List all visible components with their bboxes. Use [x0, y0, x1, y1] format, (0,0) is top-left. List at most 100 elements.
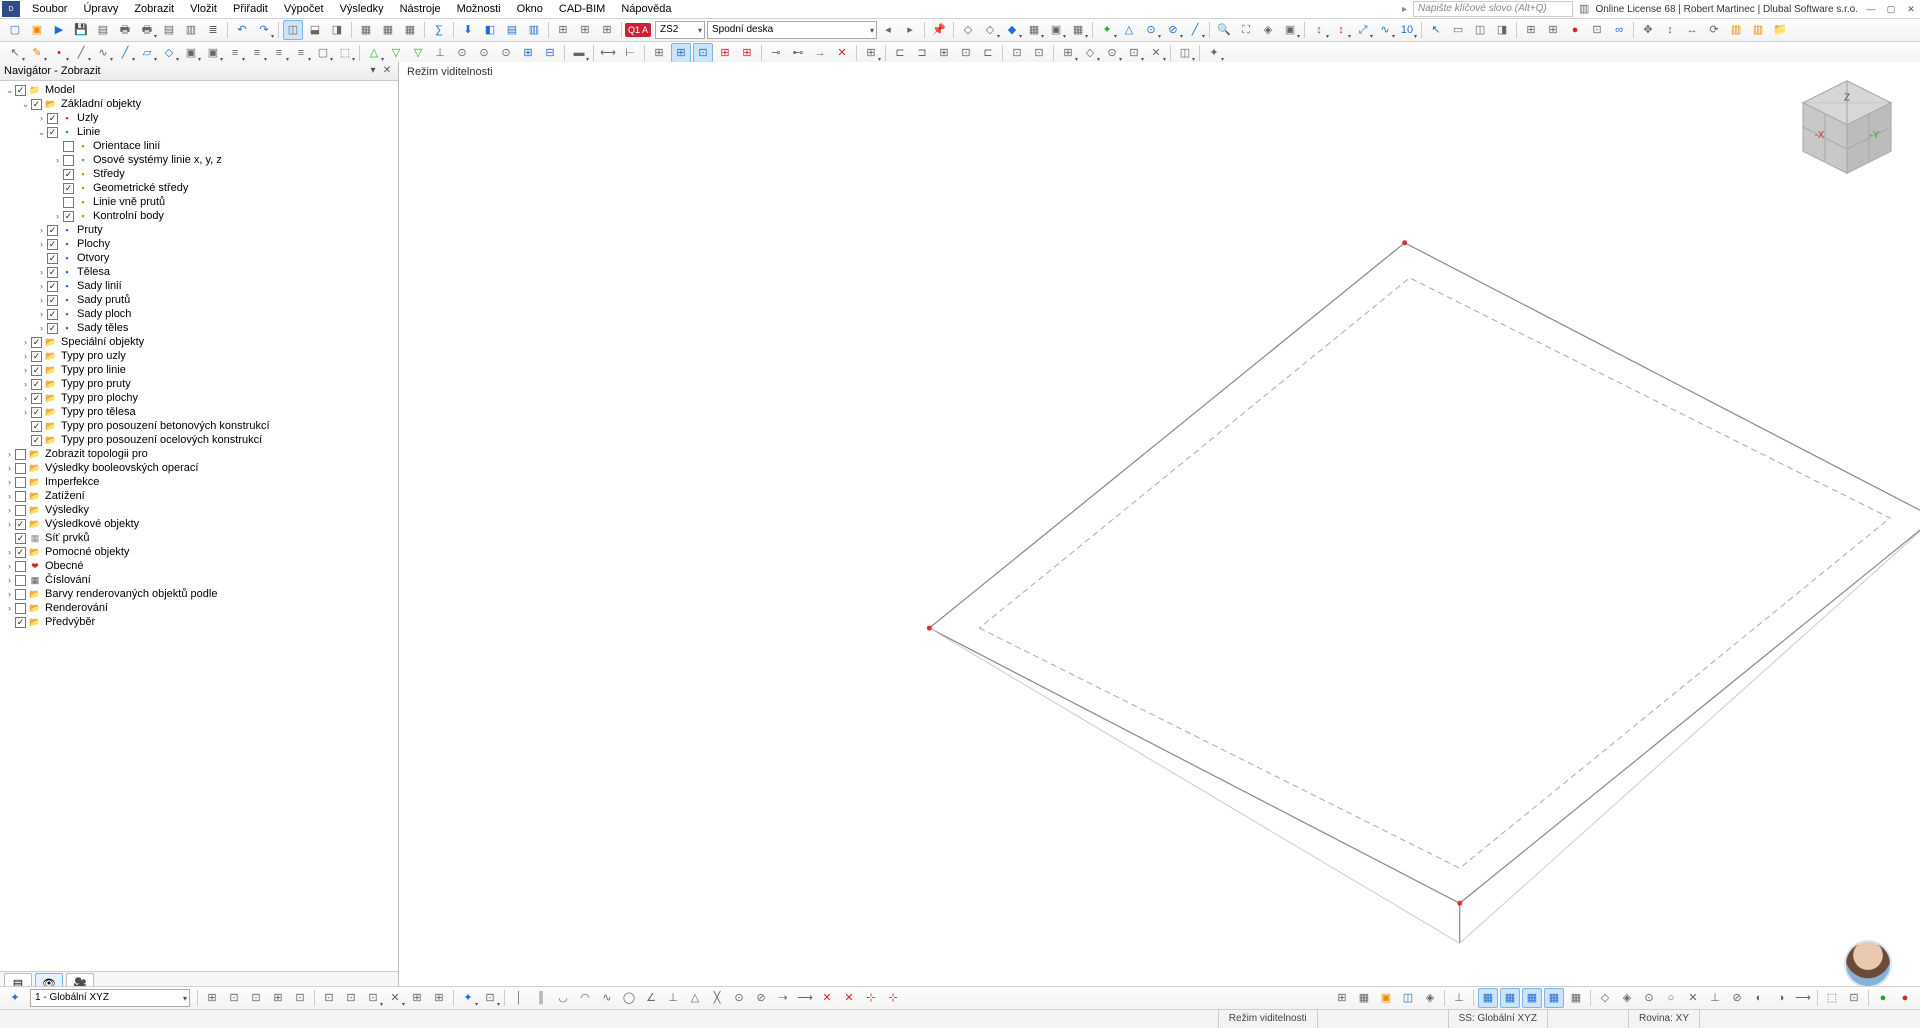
- panel-bottom-button[interactable]: ⬓: [305, 20, 325, 40]
- minimize-button[interactable]: —: [1864, 2, 1878, 16]
- set-line-button[interactable]: ≡: [225, 43, 245, 63]
- local-axes-button[interactable]: ✦: [1097, 20, 1117, 40]
- draw-tan2-button[interactable]: ⊘: [751, 988, 771, 1008]
- connect-button[interactable]: ⊸: [766, 43, 786, 63]
- tree-item[interactable]: ›📂Výsledky booleovských operací: [0, 461, 398, 475]
- save-button[interactable]: 💾: [71, 20, 91, 40]
- menu-výpočet[interactable]: Výpočet: [276, 2, 332, 16]
- move-tool-button[interactable]: ✥: [1638, 20, 1658, 40]
- tree-checkbox[interactable]: [31, 421, 42, 432]
- tree-checkbox[interactable]: [15, 547, 26, 558]
- filter-5-button[interactable]: ⊞: [407, 988, 427, 1008]
- tree-item[interactable]: ›▪Sady prutů: [0, 293, 398, 307]
- support-n-button[interactable]: △: [364, 43, 384, 63]
- expand-icon[interactable]: ›: [20, 377, 31, 391]
- input-step-button[interactable]: ⊡: [480, 988, 500, 1008]
- panel-left-button[interactable]: ◫: [283, 20, 303, 40]
- diagram-button[interactable]: ⊞: [553, 20, 573, 40]
- copy-obj-button[interactable]: ▥: [1726, 20, 1746, 40]
- extend-button[interactable]: ⊏: [978, 43, 998, 63]
- surface-button[interactable]: ▱: [137, 43, 157, 63]
- tree-item[interactable]: ›▪Uzly: [0, 111, 398, 125]
- tree-item[interactable]: ›📂Barvy renderovaných objektů podle: [0, 587, 398, 601]
- expand-icon[interactable]: ›: [20, 349, 31, 363]
- draw-near-button[interactable]: ⊹: [883, 988, 903, 1008]
- collapse-icon[interactable]: ⌄: [20, 97, 31, 111]
- expand-icon[interactable]: ›: [4, 559, 15, 573]
- dot-red-button[interactable]: ●: [1565, 20, 1585, 40]
- draw-mid-button[interactable]: ✕: [817, 988, 837, 1008]
- mesh-solid-button[interactable]: ⊞: [737, 43, 757, 63]
- open-button[interactable]: ▶: [49, 20, 69, 40]
- collapse-icon[interactable]: ⌄: [36, 125, 47, 139]
- support-l-button[interactable]: ▽: [386, 43, 406, 63]
- draw-ellipse-button[interactable]: ◯: [619, 988, 639, 1008]
- results-table-button[interactable]: ▦: [378, 20, 398, 40]
- draw-per-button[interactable]: ⊥: [663, 988, 683, 1008]
- tree-checkbox[interactable]: [31, 99, 42, 110]
- hinge-m-button[interactable]: ⊙: [474, 43, 494, 63]
- support-s-button[interactable]: ▽: [408, 43, 428, 63]
- draw-poly-button[interactable]: △: [685, 988, 705, 1008]
- style-shear-button[interactable]: ↕: [1331, 20, 1351, 40]
- new-project-button[interactable]: ▣: [27, 20, 47, 40]
- snap-member-button[interactable]: ⊡: [290, 988, 310, 1008]
- tree-item[interactable]: ›▪Plochy: [0, 237, 398, 251]
- menu-nástroje[interactable]: Nástroje: [392, 2, 449, 16]
- expand-icon[interactable]: ›: [4, 587, 15, 601]
- wp-xz-button[interactable]: ▦: [1522, 988, 1542, 1008]
- tree-checkbox[interactable]: [15, 505, 26, 516]
- tree-checkbox[interactable]: [31, 365, 42, 376]
- move-h-button[interactable]: ↔: [1682, 20, 1702, 40]
- mirror-button[interactable]: ▥: [1748, 20, 1768, 40]
- tree-checkbox[interactable]: [15, 533, 26, 544]
- draw-div-button[interactable]: ⊹: [861, 988, 881, 1008]
- tree-checkbox[interactable]: [47, 323, 58, 334]
- animate-button[interactable]: ⊞: [597, 20, 617, 40]
- opening-box-button[interactable]: ▢: [313, 43, 333, 63]
- floor-button[interactable]: ▬: [569, 43, 589, 63]
- tool-a-button[interactable]: ◧: [480, 20, 500, 40]
- tree-item[interactable]: 📂Typy pro posouzení ocelových konstrukcí: [0, 433, 398, 447]
- dimension-button[interactable]: ⟷: [598, 43, 618, 63]
- wp-g-button[interactable]: ▦: [1544, 988, 1564, 1008]
- expand-icon[interactable]: ›: [52, 209, 63, 223]
- tree-item[interactable]: ▦Síť prvků: [0, 531, 398, 545]
- view-iso-button[interactable]: ◈: [1258, 20, 1278, 40]
- tree-checkbox[interactable]: [63, 197, 74, 208]
- expand-icon[interactable]: ›: [4, 601, 15, 615]
- expand-icon[interactable]: ›: [4, 573, 15, 587]
- section-cube-button[interactable]: ▦: [1024, 20, 1044, 40]
- tree-item[interactable]: ›📂Typy pro linie: [0, 363, 398, 377]
- expand-icon[interactable]: ›: [4, 447, 15, 461]
- wire-2-button[interactable]: ◇: [980, 20, 1000, 40]
- mesh-surf-button[interactable]: ⊞: [715, 43, 735, 63]
- tree-item[interactable]: ▪Linie vně prutů: [0, 195, 398, 209]
- filter-2-button[interactable]: ⊡: [341, 988, 361, 1008]
- tree-item[interactable]: ›📂Typy pro uzly: [0, 349, 398, 363]
- tree-checkbox[interactable]: [15, 463, 26, 474]
- style-moment-button[interactable]: ⤢: [1353, 20, 1373, 40]
- tree-item[interactable]: ›▪Sady ploch: [0, 307, 398, 321]
- print-preview-button[interactable]: 🖶: [137, 20, 157, 40]
- menu-zobrazit[interactable]: Zobrazit: [126, 2, 182, 16]
- expand-icon[interactable]: ›: [20, 405, 31, 419]
- tree-checkbox[interactable]: [47, 127, 58, 138]
- expand-icon[interactable]: ›: [36, 111, 47, 125]
- tree-item[interactable]: ⌄📂Základní objekty: [0, 97, 398, 111]
- loadcase-desc-combo[interactable]: Spodní deska: [707, 21, 877, 39]
- snap-mid-button[interactable]: ⊡: [1124, 43, 1144, 63]
- tree-checkbox[interactable]: [63, 183, 74, 194]
- expand-icon[interactable]: ›: [20, 391, 31, 405]
- snap-int-button[interactable]: ✕: [1146, 43, 1166, 63]
- tree-item[interactable]: ▪Geometrické středy: [0, 181, 398, 195]
- expand-icon[interactable]: ›: [36, 265, 47, 279]
- link-button[interactable]: ∞: [1609, 20, 1629, 40]
- osnap-m-button[interactable]: ◈: [1617, 988, 1637, 1008]
- tree-checkbox[interactable]: [47, 295, 58, 306]
- lc-prev-button[interactable]: ◂: [878, 20, 898, 40]
- expand-icon[interactable]: ›: [4, 475, 15, 489]
- osnap-near-button[interactable]: ◑: [1771, 988, 1791, 1008]
- snap-node-button[interactable]: ⊡: [224, 988, 244, 1008]
- draw-angle-button[interactable]: ∠: [641, 988, 661, 1008]
